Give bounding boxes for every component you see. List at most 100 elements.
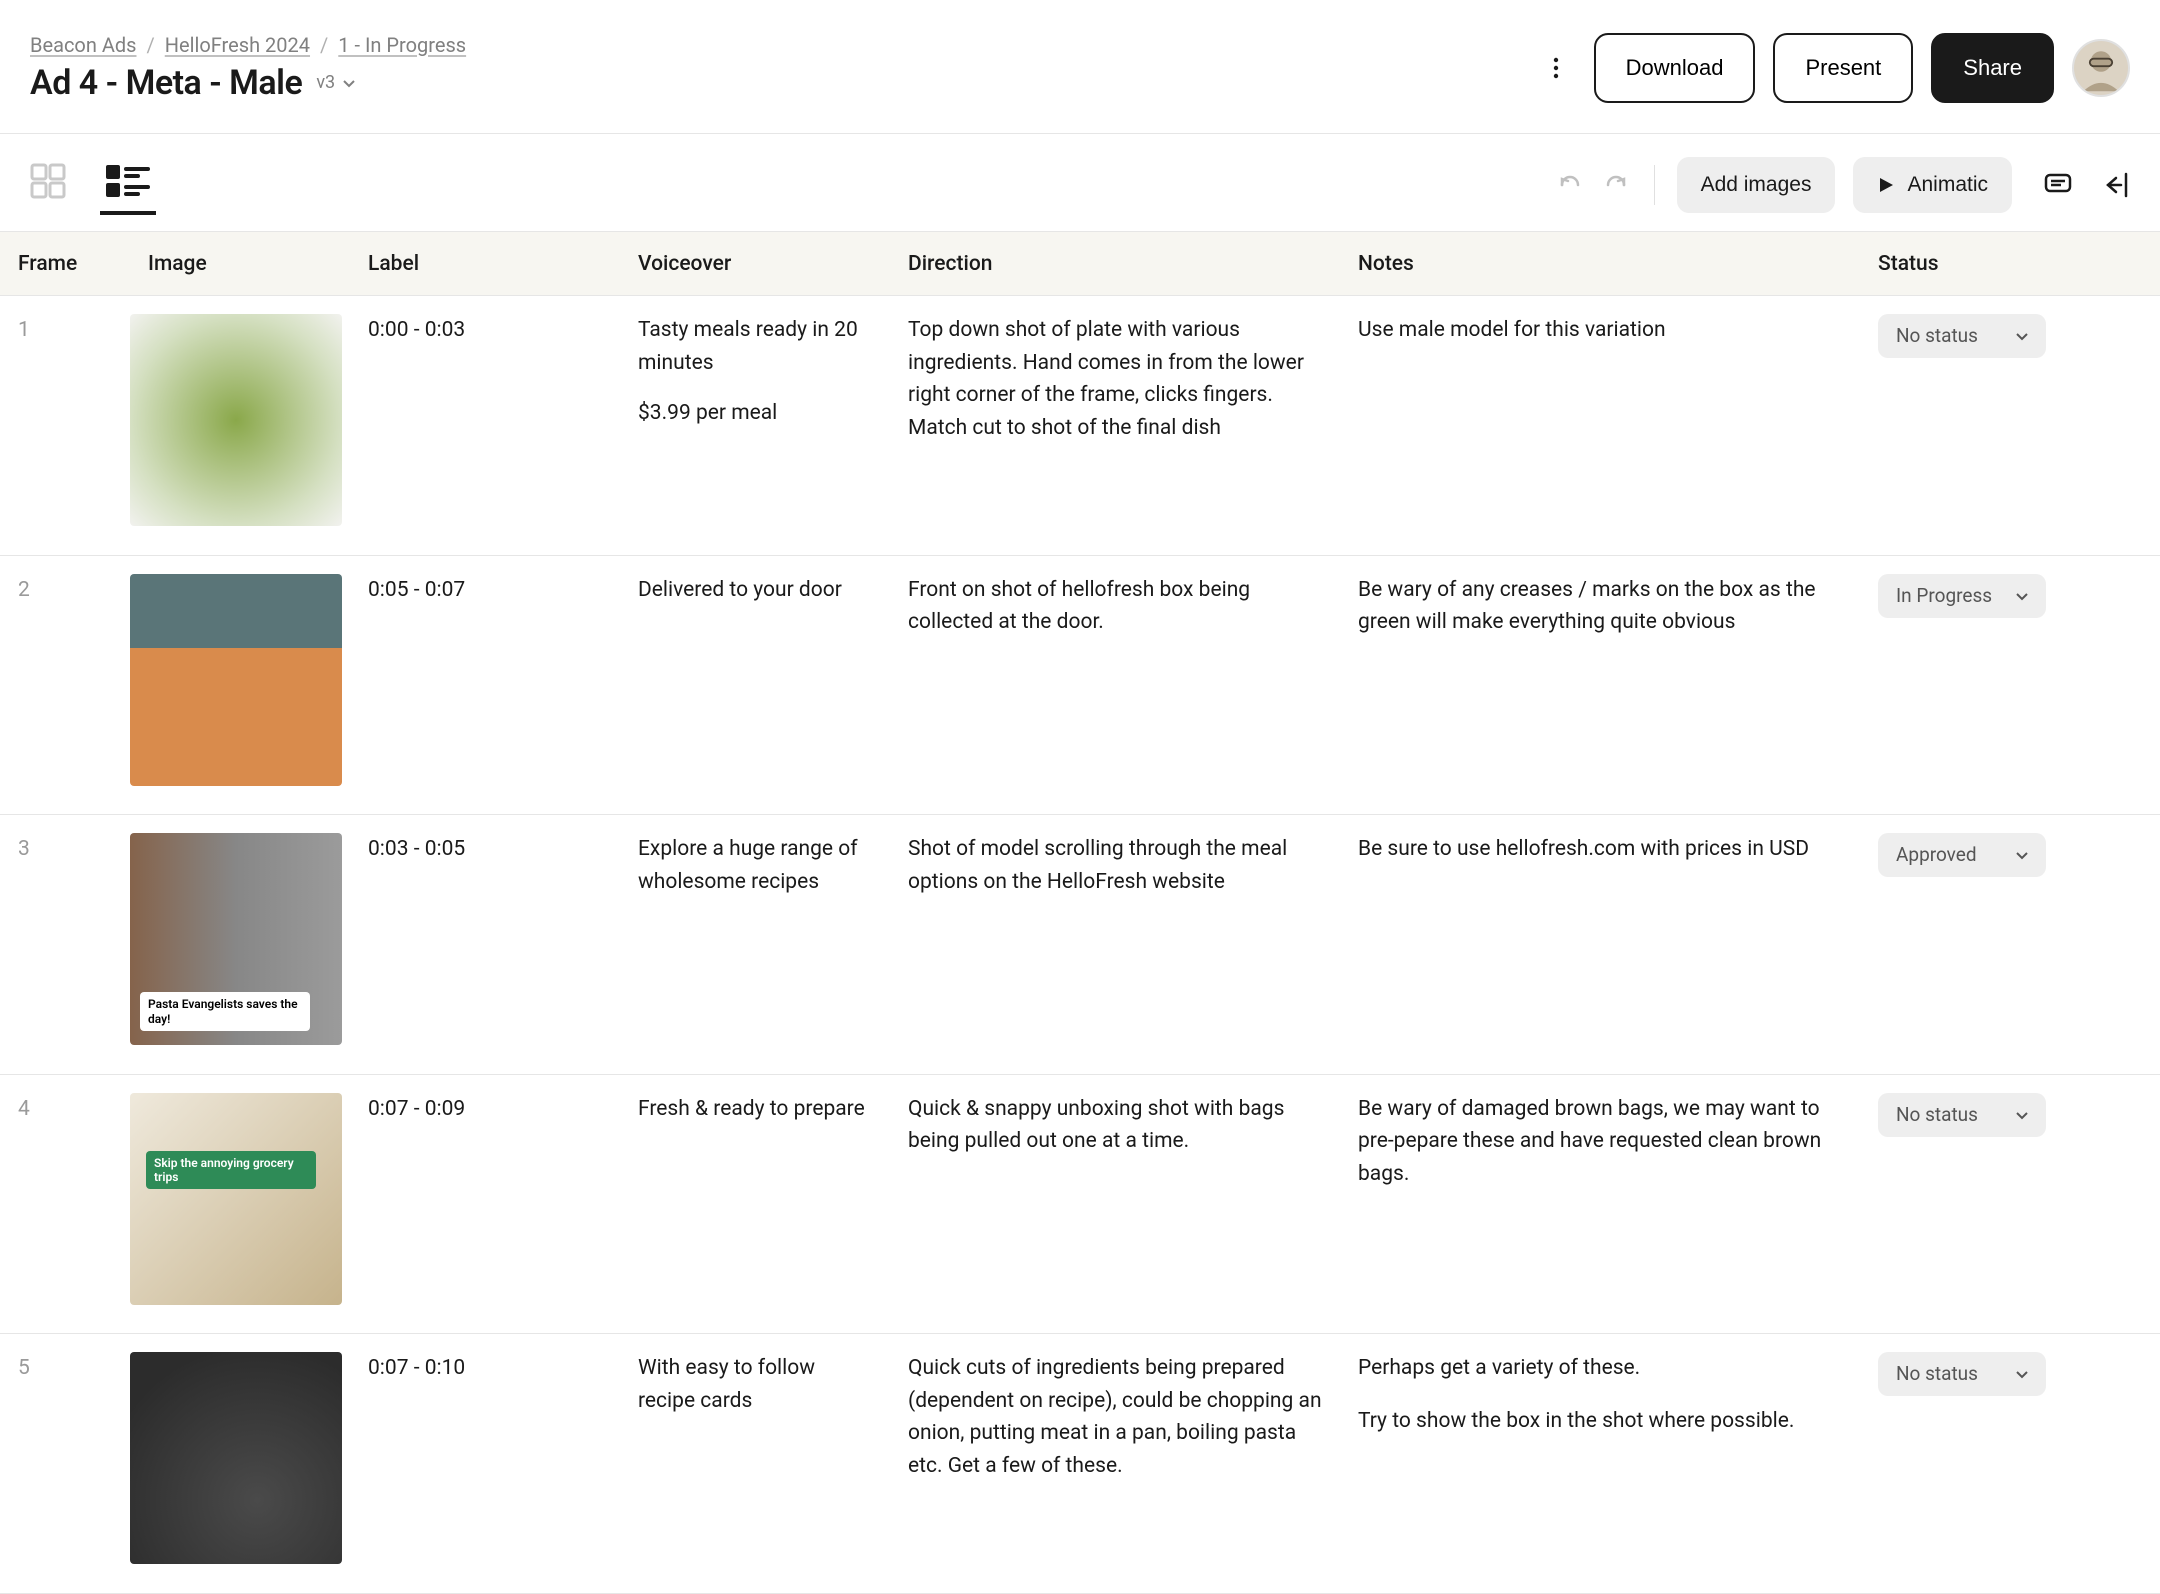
animatic-label: Animatic (1907, 173, 1988, 197)
table-row: 4 Skip the annoying grocery trips 0:07 -… (0, 1075, 2160, 1335)
frame-direction[interactable]: Quick cuts of ingredients being prepared… (890, 1334, 1340, 1593)
frame-thumbnail[interactable]: Pasta Evangelists saves the day! (130, 833, 342, 1045)
collapse-panel-button[interactable] (2096, 165, 2136, 205)
notes-text: Use male model for this variation (1358, 314, 1846, 347)
app-header: Beacon Ads / HelloFresh 2024 / 1 - In Pr… (0, 0, 2160, 134)
thumbnail-caption: Skip the annoying grocery trips (146, 1151, 316, 1190)
frame-status-cell: No status (1860, 1334, 2160, 1593)
breadcrumb-sep: / (146, 33, 154, 57)
frame-number: 2 (0, 556, 130, 815)
voiceover-text: Tasty meals ready in 20 minutes (638, 314, 876, 379)
frame-label[interactable]: 0:00 - 0:03 (350, 296, 620, 555)
frame-voiceover[interactable]: With easy to follow recipe cards (620, 1334, 890, 1593)
chevron-down-icon (2014, 328, 2030, 344)
status-label: Approved (1896, 840, 1977, 869)
share-button[interactable]: Share (1931, 33, 2054, 103)
frame-label[interactable]: 0:05 - 0:07 (350, 556, 620, 815)
table-row: 2 0:05 - 0:07 Delivered to your door Fro… (0, 556, 2160, 816)
voiceover-text: Explore a huge range of wholesome recipe… (638, 833, 876, 898)
frame-direction[interactable]: Quick & snappy unboxing shot with bags b… (890, 1075, 1340, 1334)
voiceover-extra: $3.99 per meal (638, 397, 876, 430)
breadcrumb-item[interactable]: HelloFresh 2024 (165, 33, 310, 57)
list-icon (104, 161, 152, 201)
status-dropdown[interactable]: In Progress (1878, 574, 2046, 618)
undo-button[interactable] (1550, 165, 1590, 205)
frame-label[interactable]: 0:07 - 0:09 (350, 1075, 620, 1334)
chevron-down-icon (2014, 1366, 2030, 1382)
frame-number: 4 (0, 1075, 130, 1334)
table-header: Frame Image Label Voiceover Direction No… (0, 232, 2160, 296)
frame-notes[interactable]: Perhaps get a variety of these. Try to s… (1340, 1334, 1860, 1593)
frame-voiceover[interactable]: Explore a huge range of wholesome recipe… (620, 815, 890, 1074)
frame-notes[interactable]: Be wary of any creases / marks on the bo… (1340, 556, 1860, 815)
frame-direction[interactable]: Shot of model scrolling through the meal… (890, 815, 1340, 1074)
frame-label[interactable]: 0:07 - 0:10 (350, 1334, 620, 1593)
voiceover-text: Delivered to your door (638, 574, 876, 607)
table-row: 5 0:07 - 0:10 With easy to follow recipe… (0, 1334, 2160, 1594)
voiceover-text: With easy to follow recipe cards (638, 1352, 876, 1417)
download-button[interactable]: Download (1594, 33, 1756, 103)
frame-image-cell: Skip the annoying grocery trips (130, 1075, 350, 1334)
notes-text: Be wary of any creases / marks on the bo… (1358, 574, 1846, 639)
comments-button[interactable] (2038, 165, 2078, 205)
add-images-button[interactable]: Add images (1677, 157, 1836, 213)
frame-direction[interactable]: Top down shot of plate with various ingr… (890, 296, 1340, 555)
frame-thumbnail[interactable] (130, 1352, 342, 1564)
avatar[interactable] (2072, 39, 2130, 97)
frame-status-cell: No status (1860, 296, 2160, 555)
col-voiceover: Voiceover (620, 252, 890, 276)
frame-image-cell (130, 556, 350, 815)
header-left: Beacon Ads / HelloFresh 2024 / 1 - In Pr… (30, 33, 466, 103)
frame-voiceover[interactable]: Delivered to your door (620, 556, 890, 815)
frame-voiceover[interactable]: Tasty meals ready in 20 minutes $3.99 pe… (620, 296, 890, 555)
col-notes: Notes (1340, 252, 1860, 276)
version-label: v3 (316, 72, 335, 93)
frame-notes[interactable]: Be sure to use hellofresh.com with price… (1340, 815, 1860, 1074)
status-dropdown[interactable]: No status (1878, 1093, 2046, 1137)
frame-notes[interactable]: Be wary of damaged brown bags, we may wa… (1340, 1075, 1860, 1334)
table-body: 1 0:00 - 0:03 Tasty meals ready in 20 mi… (0, 296, 2160, 1594)
status-dropdown[interactable]: No status (1878, 1352, 2046, 1396)
frame-thumbnail[interactable] (130, 314, 342, 526)
col-label: Label (350, 252, 620, 276)
frame-label[interactable]: 0:03 - 0:05 (350, 815, 620, 1074)
table-row: 1 0:00 - 0:03 Tasty meals ready in 20 mi… (0, 296, 2160, 556)
status-dropdown[interactable]: Approved (1878, 833, 2046, 877)
avatar-icon (2074, 41, 2128, 95)
title-row: Ad 4 - Meta - Male v3 (30, 63, 466, 103)
frame-notes[interactable]: Use male model for this variation (1340, 296, 1860, 555)
present-button[interactable]: Present (1773, 33, 1913, 103)
frame-status-cell: No status (1860, 1075, 2160, 1334)
more-menu-button[interactable] (1536, 48, 1576, 88)
breadcrumb-item[interactable]: 1 - In Progress (338, 33, 466, 57)
frame-direction[interactable]: Front on shot of hellofresh box being co… (890, 556, 1340, 815)
notes-text: Perhaps get a variety of these. (1358, 1352, 1846, 1385)
list-view-button[interactable] (100, 155, 156, 215)
frame-image-cell (130, 1334, 350, 1593)
frame-number: 3 (0, 815, 130, 1074)
redo-button[interactable] (1596, 165, 1636, 205)
table-row: 3 Pasta Evangelists saves the day! 0:03 … (0, 815, 2160, 1075)
notes-text: Be sure to use hellofresh.com with price… (1358, 833, 1846, 866)
chevron-down-icon (2014, 588, 2030, 604)
frame-voiceover[interactable]: Fresh & ready to prepare (620, 1075, 890, 1334)
breadcrumb: Beacon Ads / HelloFresh 2024 / 1 - In Pr… (30, 33, 466, 57)
animatic-button[interactable]: Animatic (1853, 157, 2012, 213)
frame-thumbnail[interactable]: Skip the annoying grocery trips (130, 1093, 342, 1305)
grid-view-button[interactable] (24, 155, 72, 215)
breadcrumb-sep: / (320, 33, 328, 57)
col-image: Image (130, 252, 350, 276)
frame-thumbnail[interactable] (130, 574, 342, 786)
status-label: In Progress (1896, 581, 1992, 610)
collapse-right-icon (2101, 170, 2131, 200)
status-label: No status (1896, 321, 1978, 350)
more-vertical-icon (1553, 56, 1559, 80)
voiceover-text: Fresh & ready to prepare (638, 1093, 876, 1126)
breadcrumb-item[interactable]: Beacon Ads (30, 33, 136, 57)
frame-status-cell: Approved (1860, 815, 2160, 1074)
status-label: No status (1896, 1100, 1978, 1129)
status-dropdown[interactable]: No status (1878, 314, 2046, 358)
thumbnail-caption: Pasta Evangelists saves the day! (140, 992, 310, 1031)
version-selector[interactable]: v3 (316, 72, 357, 93)
frame-status-cell: In Progress (1860, 556, 2160, 815)
